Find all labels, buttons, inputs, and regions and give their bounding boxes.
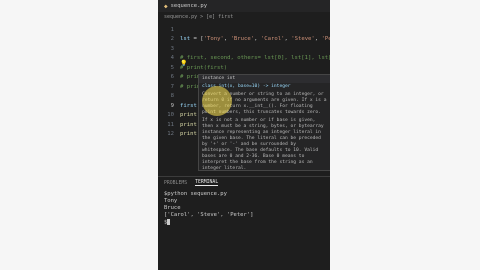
code-line[interactable]: 12print( <box>158 130 200 139</box>
terminal-line: Bruce <box>164 205 181 211</box>
code-token: print <box>180 121 197 128</box>
line-number: 4 <box>170 55 174 61</box>
bottom-panel: PROBLEMS TERMINAL $python sequence.py To… <box>158 176 330 270</box>
tooltip-body-2: If x is not a number or if base is given… <box>202 118 324 171</box>
right-background <box>330 0 480 270</box>
line-number: 5 <box>170 64 174 71</box>
terminal-line: $python sequence.py <box>164 191 227 197</box>
line-number: 1 <box>170 26 174 33</box>
line-number: 6 <box>170 74 174 80</box>
code-token: # first, second, others= lst[0], lst[1],… <box>180 55 330 61</box>
terminal-cursor <box>167 219 171 225</box>
tab-problems[interactable]: PROBLEMS <box>164 181 187 186</box>
code-token: 'Bruce' <box>230 36 255 42</box>
breadcrumb[interactable]: sequence.py > [e] first <box>158 12 330 21</box>
tooltip-header: instance int <box>199 75 330 83</box>
left-background <box>0 0 158 270</box>
code-token: 'Carol' <box>260 36 285 42</box>
line-number: 8 <box>170 93 174 99</box>
python-file-icon: ◆ <box>164 2 168 10</box>
code-token: first <box>180 102 197 109</box>
code-token: lst <box>180 36 191 42</box>
terminal-line: ['Carol', 'Steve', 'Peter'] <box>164 212 254 218</box>
tab-filename: sequence.py <box>170 3 208 9</box>
lightbulb-icon[interactable]: 💡 <box>180 60 187 67</box>
code-token: = [ <box>190 36 204 42</box>
code-line[interactable]: 8 <box>158 92 180 101</box>
line-number: 10 <box>167 112 174 118</box>
line-number: 9 <box>170 102 174 109</box>
line-number: 3 <box>170 45 174 52</box>
code-token: 'Steve' <box>291 36 315 42</box>
code-token: 'Tony' <box>203 36 224 42</box>
code-token: , <box>284 36 292 42</box>
line-number: 2 <box>170 36 174 42</box>
terminal-line: Tony <box>164 198 178 204</box>
line-number: 7 <box>170 83 174 90</box>
editor-tab[interactable]: ◆ sequence.py <box>158 0 330 12</box>
code-line[interactable]: 3 <box>158 44 180 53</box>
code-token: , <box>314 36 322 42</box>
code-token: , <box>223 36 231 42</box>
code-token: 'Peter' <box>321 36 330 42</box>
code-line[interactable]: 1 <box>158 25 180 34</box>
code-line[interactable]: 11print( <box>158 120 200 129</box>
code-line[interactable]: 10print( <box>158 111 200 120</box>
line-number: 12 <box>167 131 174 137</box>
editor-window: ◆ sequence.py sequence.py > [e] first 12… <box>158 0 330 270</box>
code-token: , <box>254 36 261 42</box>
line-number: 11 <box>167 121 174 128</box>
tab-terminal[interactable]: TERMINAL <box>195 180 219 186</box>
code-token: print <box>180 112 197 118</box>
code-token: print <box>180 131 197 137</box>
code-line[interactable]: 2 lst = ['Tony', 'Bruce', 'Carol', 'Steve… <box>158 35 330 44</box>
terminal-output[interactable]: $python sequence.py Tony Bruce ['Carol',… <box>158 189 330 229</box>
code-line[interactable]: 5 # print(first) <box>158 63 228 72</box>
cursor-highlight <box>202 86 232 116</box>
